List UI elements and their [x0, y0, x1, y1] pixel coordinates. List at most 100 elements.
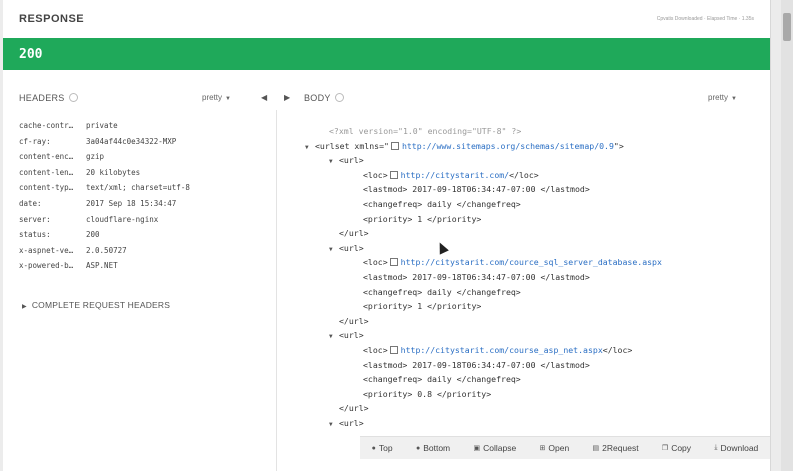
scrollbar-thumb[interactable]: [783, 13, 791, 41]
chevron-down-icon: ▼: [731, 96, 737, 102]
xml-text: <url>: [339, 242, 364, 253]
collapse-label: Collapse: [483, 443, 517, 453]
xml-link[interactable]: http://citystarit.com/cource_sql_server_…: [401, 257, 662, 267]
xml-tag-close: ">: [613, 140, 624, 151]
xml-text: <priority> 1 </priority>: [363, 301, 482, 312]
external-link-icon[interactable]: [389, 346, 398, 354]
open-button[interactable]: ⊞ Open: [540, 443, 570, 453]
header-row: x-powered-b… ASP.NET: [19, 261, 269, 277]
xml-line: <priority> 1 </priority>: [363, 301, 481, 311]
top-button[interactable]: ● Top: [372, 443, 393, 453]
mouse-cursor-icon: [435, 240, 449, 255]
xml-link[interactable]: http://www.sitemaps.org/schemas/sitemap/…: [402, 141, 614, 151]
header-value: cloudflare-nginx: [86, 214, 159, 224]
xml-tag-open: <loc>: [363, 257, 388, 268]
xml-text: <?xml version="1.0" encoding="UTF-8" ?>: [329, 126, 522, 136]
external-link-icon[interactable]: [390, 141, 399, 150]
info-icon: [68, 93, 78, 102]
copy-icon: ❐: [661, 445, 669, 452]
header-key: x-aspnet-ve…: [19, 245, 74, 255]
2request-label: 2Request: [602, 443, 639, 453]
header-value: 2.0.50727: [86, 245, 127, 255]
headers-list: cache-contr… private cf-ray: 3a04af44c0e343…: [19, 121, 269, 277]
collapse-button[interactable]: ▣ Collapse: [473, 443, 516, 453]
xml-text: <priority> 0.8 </priority>: [363, 388, 492, 399]
collapse-toggle-icon[interactable]: ▼: [329, 421, 339, 428]
bottom-label: Bottom: [423, 443, 451, 453]
xml-text: <lastmod> 2017-09-18T06:34:47-07:00 </la…: [363, 359, 590, 370]
xml-text: <url>: [339, 155, 364, 166]
chevron-down-icon: ▼: [225, 96, 231, 102]
status-bar: 200: [3, 38, 770, 70]
header-key: cache-contr…: [19, 121, 74, 130]
header-key: status:: [19, 230, 51, 240]
collapse-toggle-icon[interactable]: ▼: [329, 158, 339, 165]
header-key: x-powered-b…: [19, 261, 74, 271]
external-link-icon[interactable]: [389, 258, 398, 267]
headers-format-value: pretty: [202, 93, 223, 102]
xml-text: </url>: [339, 228, 369, 239]
arrow-left-icon[interactable]: ◀: [261, 93, 267, 102]
xml-text: <lastmod> 2017-09-18T06:34:47-07:00 </la…: [363, 184, 590, 195]
bottom-action-bar: ● Top ● Bottom ▣ Collapse ⊞ Open ▤ 2Request ❐ Copy ⤓…: [360, 436, 770, 459]
header-row: status: 200: [19, 230, 269, 246]
download-button[interactable]: ⤓ Download: [714, 443, 758, 453]
xml-line: <priority> 0.8 </priority>: [363, 389, 491, 399]
xml-line: ▼ <url>: [329, 418, 364, 428]
xml-line: <lastmod> 2017-09-18T06:34:47-07:00 </la…: [363, 360, 590, 370]
xml-line: <loc> http://citystarit.com/course_asp_ne…: [363, 345, 632, 355]
header-row: date: 2017 Sep 18 15:34:47: [19, 199, 269, 215]
collapse-toggle-icon[interactable]: ▼: [329, 333, 339, 340]
header-key: date:: [19, 198, 42, 208]
xml-text: <url>: [339, 330, 364, 341]
header-value: private: [86, 121, 118, 130]
xml-line: <lastmod> 2017-09-18T06:34:47-07:00 </la…: [363, 184, 590, 194]
xml-line: ▼ <url>: [329, 243, 364, 253]
header-value: 2017 Sep 18 15:34:47: [86, 198, 177, 208]
xml-link[interactable]: http://citystarit.com/: [401, 170, 509, 180]
header-value: gzip: [86, 152, 105, 162]
xml-line: </url>: [339, 228, 369, 238]
header-value: text/xml; charset=utf-8: [86, 183, 190, 193]
triangle-right-icon: ▶: [22, 304, 27, 310]
header-row: content-enc… gzip: [19, 152, 269, 168]
header-key: content-enc…: [19, 152, 74, 162]
collapse-toggle-icon[interactable]: ▼: [329, 246, 339, 253]
circle-icon: ●: [371, 444, 376, 452]
download-icon: ⤓: [714, 444, 718, 451]
xml-line: <loc> http://citystarit.com/</loc>: [363, 170, 539, 180]
xml-link[interactable]: http://citystarit.com/course_asp_net.asp…: [401, 345, 603, 355]
external-link-icon[interactable]: [389, 170, 398, 179]
download-label: Download: [720, 443, 759, 453]
window-scrollbar[interactable]: [781, 0, 793, 471]
complete-request-headers-toggle[interactable]: ▶ COMPLETE REQUEST HEADERS: [22, 300, 170, 310]
xml-text: <changefreq> daily </changefreq>: [363, 199, 521, 209]
header-row: cf-ray: 3a04af44c0e34322-MXP: [19, 137, 269, 153]
body-format-value: pretty: [708, 93, 729, 102]
arrow-right-icon[interactable]: ▶: [284, 93, 290, 102]
collapse-toggle-icon[interactable]: ▼: [305, 144, 315, 151]
xml-line: <lastmod> 2017-09-18T06:34:47-07:00 </la…: [363, 272, 590, 282]
xml-line: </url>: [339, 403, 369, 413]
response-header: RESPONSE Cpvatis Downloaded · Elapsed Ti…: [3, 0, 770, 39]
complete-request-label: COMPLETE REQUEST HEADERS: [31, 300, 171, 310]
response-meta: Cpvatis Downloaded · Elapsed Time · 1.35…: [656, 16, 754, 22]
header-value: 200: [86, 230, 100, 240]
xml-text: </url>: [339, 403, 369, 414]
bottom-button[interactable]: ● Bottom: [416, 443, 450, 453]
xml-line: <changefreq> daily </changefreq>: [363, 199, 521, 209]
header-key: content-len…: [19, 167, 74, 177]
response-panel: RESPONSE Cpvatis Downloaded · Elapsed Ti…: [3, 0, 771, 471]
info-icon: [334, 93, 344, 102]
headers-format-dropdown[interactable]: pretty ▼: [202, 93, 231, 102]
body-format-dropdown[interactable]: pretty ▼: [708, 93, 737, 102]
xml-line: ▼ <urlset xmlns=" http://www.sitemaps.org/…: [305, 141, 624, 151]
xml-tag-close: </loc>: [602, 345, 633, 355]
xml-tag-open: <loc>: [363, 169, 388, 180]
xml-line: <priority> 1 </priority>: [363, 214, 481, 224]
2request-button[interactable]: ▤ 2Request: [593, 443, 639, 453]
copy-button[interactable]: ❐ Copy: [662, 443, 691, 453]
xml-tag-open: <loc>: [363, 345, 388, 355]
body-label-wrap: BODY: [304, 93, 344, 103]
copy-label: Copy: [671, 443, 692, 453]
